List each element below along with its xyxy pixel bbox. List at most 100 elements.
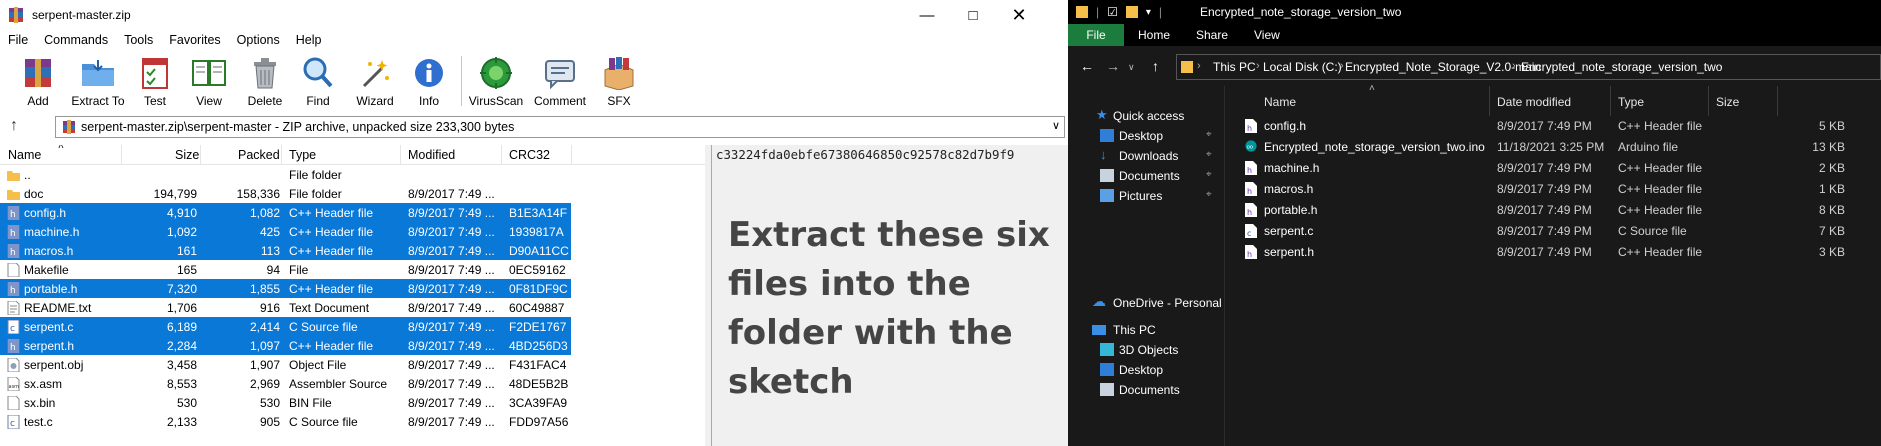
table-row[interactable]: Makefile 165 94 File 8/9/2017 7:49 ... 0EC591…: [0, 260, 705, 279]
minimize-button[interactable]: —: [904, 0, 950, 30]
nav-item-this-pc[interactable]: This PC: [1068, 320, 1224, 340]
close-button[interactable]: ✕: [996, 0, 1042, 30]
col-size[interactable]: Size: [175, 148, 199, 162]
file-modified: 8/9/2017 7:49 ...: [408, 358, 495, 372]
winrar-toolbar: Add Extract To Test View Delete Find Wiz…: [0, 52, 1068, 110]
breadcrumb-current-folder[interactable]: Encrypted_note_storage_version_two: [1521, 60, 1722, 74]
table-row[interactable]: h config.h 4,910 1,082 C++ Header file 8/9/20…: [0, 203, 705, 222]
path-text: serpent-master.zip\serpent-master - ZIP …: [81, 120, 515, 134]
comment-button[interactable]: Comment: [530, 52, 590, 110]
svg-text:oo: oo: [1247, 145, 1253, 151]
file-size: 7 KB: [1818, 224, 1845, 238]
menu-help[interactable]: Help: [288, 33, 330, 47]
breadcrumb-chevron-icon[interactable]: ›: [1340, 60, 1344, 72]
test-button[interactable]: Test: [134, 52, 176, 110]
properties-icon[interactable]: ☑: [1107, 5, 1118, 19]
table-row[interactable]: doc 194,799 158,336 File folder 8/9/2017 7:4…: [0, 184, 705, 203]
file-name: machine.h: [1264, 161, 1320, 175]
table-row[interactable]: h portable.h 7,320 1,855 C++ Header file 8/9/…: [0, 279, 705, 298]
svg-text:h: h: [10, 343, 16, 353]
breadcrumb-local-disk[interactable]: Local Disk (C:): [1263, 60, 1342, 74]
list-item[interactable]: h config.h 8/9/2017 7:49 PM C++ Header file…: [1225, 116, 1881, 137]
svg-text:c: c: [10, 324, 15, 334]
col-crc32[interactable]: CRC32: [509, 148, 550, 162]
list-item[interactable]: oo Encrypted_note_storage_version_two.ino…: [1225, 137, 1881, 158]
nav-item-desktop[interactable]: Desktop ⌖: [1068, 126, 1224, 146]
col-name[interactable]: Name: [1264, 95, 1296, 109]
table-row[interactable]: h machine.h 1,092 425 C++ Header file 8/9/201…: [0, 222, 705, 241]
recent-chevron-down-icon[interactable]: ∨: [1128, 62, 1135, 73]
nav-item-documents-pc[interactable]: Documents: [1068, 380, 1224, 400]
virusscan-button[interactable]: VirusScan: [466, 52, 526, 110]
col-modified[interactable]: Modified: [408, 148, 455, 162]
sfx-button[interactable]: SFX: [598, 52, 640, 110]
table-row[interactable]: asm sx.asm 8,553 2,969 Assembler Source 8/9/2…: [0, 374, 705, 393]
col-date-modified[interactable]: Date modified: [1497, 95, 1571, 109]
table-row[interactable]: c test.c 2,133 905 C Source file 8/9/2017 7:4…: [0, 412, 705, 431]
new-folder-icon[interactable]: [1125, 6, 1138, 18]
find-button[interactable]: Find: [296, 52, 340, 110]
col-type[interactable]: Type: [289, 148, 316, 162]
nav-item-pictures[interactable]: Pictures ⌖: [1068, 186, 1224, 206]
qat-chevron-down-icon[interactable]: ▾: [1146, 7, 1151, 18]
file-type: File folder: [289, 168, 342, 182]
nav-item-documents[interactable]: Documents ⌖: [1068, 166, 1224, 186]
col-packed[interactable]: Packed: [238, 148, 280, 162]
table-row[interactable]: README.txt 1,706 916 Text Document 8/9/2017 …: [0, 298, 705, 317]
info-button[interactable]: Info: [412, 52, 446, 110]
wizard-button[interactable]: Wizard: [350, 52, 400, 110]
list-item[interactable]: h portable.h 8/9/2017 7:49 PM C++ Header fi…: [1225, 200, 1881, 221]
tab-home[interactable]: Home: [1138, 24, 1170, 46]
forward-arrow-icon[interactable]: →: [1106, 58, 1120, 74]
c-file-icon: c: [7, 319, 20, 335]
breadcrumb-chevron-icon[interactable]: ›: [1256, 60, 1260, 72]
file-type: C++ Header file: [289, 244, 374, 258]
menu-commands[interactable]: Commands: [36, 33, 116, 47]
nav-item-onedrive[interactable]: ☁ OneDrive - Personal: [1068, 293, 1224, 313]
menu-options[interactable]: Options: [229, 33, 288, 47]
list-item[interactable]: h machine.h 8/9/2017 7:49 PM C++ Header fil…: [1225, 158, 1881, 179]
delete-button[interactable]: Delete: [242, 52, 288, 110]
list-item[interactable]: c serpent.c 8/9/2017 7:49 PM C Source file 7…: [1225, 221, 1881, 242]
file-file-icon: [7, 395, 20, 411]
list-item[interactable]: h macros.h 8/9/2017 7:49 PM C++ Header file…: [1225, 179, 1881, 200]
nav-item-downloads[interactable]: ↓ Downloads ⌖: [1068, 146, 1224, 166]
nav-item-quick-access[interactable]: ★ Quick access: [1068, 106, 1224, 126]
path-field[interactable]: serpent-master.zip\serpent-master - ZIP …: [55, 116, 1065, 138]
up-folder-icon[interactable]: ↑: [1152, 58, 1159, 74]
col-name[interactable]: Name: [8, 148, 41, 162]
svg-text:h: h: [10, 286, 16, 296]
menu-tools[interactable]: Tools: [116, 33, 161, 47]
add-button[interactable]: Add: [14, 52, 62, 110]
breadcrumb-chevron-icon[interactable]: ›: [1197, 60, 1201, 72]
tab-share[interactable]: Share: [1196, 24, 1228, 46]
tab-view[interactable]: View: [1254, 24, 1280, 46]
file-modified: 8/9/2017 7:49 ...: [408, 263, 495, 277]
menu-favorites[interactable]: Favorites: [161, 33, 228, 47]
up-arrow-icon[interactable]: ↑: [10, 117, 18, 135]
list-item[interactable]: h serpent.h 8/9/2017 7:49 PM C++ Header fil…: [1225, 242, 1881, 263]
nav-item-desktop-pc[interactable]: Desktop: [1068, 360, 1224, 380]
table-row[interactable]: h macros.h 161 113 C++ Header file 8/9/2017 7…: [0, 241, 705, 260]
table-row[interactable]: sx.bin 530 530 BIN File 8/9/2017 7:49 ... 3CA…: [0, 393, 705, 412]
col-type[interactable]: Type: [1618, 95, 1644, 109]
folder-file-list: ˄ Name Date modified Type Size h config.h…: [1225, 83, 1881, 446]
file-date-modified: 8/9/2017 7:49 PM: [1497, 203, 1592, 217]
table-row[interactable]: c serpent.c 6,189 2,414 C Source file 8/9/201…: [0, 317, 705, 336]
nav-item-3d-objects[interactable]: 3D Objects: [1068, 340, 1224, 360]
chevron-down-icon[interactable]: ∨: [1052, 119, 1060, 132]
table-row[interactable]: serpent.obj 3,458 1,907 Object File 8/9/2017…: [0, 355, 705, 374]
breadcrumb-chevron-icon[interactable]: ›: [1512, 60, 1516, 72]
maximize-button[interactable]: □: [950, 0, 996, 30]
menu-file[interactable]: File: [0, 33, 36, 47]
table-row[interactable]: .. File folder: [0, 165, 705, 184]
pc-icon: [1092, 325, 1106, 335]
back-arrow-icon[interactable]: ←: [1080, 58, 1094, 74]
view-button[interactable]: View: [186, 52, 232, 110]
table-row[interactable]: h serpent.h 2,284 1,097 C++ Header file 8/9/2…: [0, 336, 705, 355]
address-bar[interactable]: › This PC › Local Disk (C:) › Encrypted_…: [1176, 54, 1881, 80]
tab-file[interactable]: File: [1068, 24, 1124, 46]
extract-to-button[interactable]: Extract To: [66, 52, 130, 110]
breadcrumb-this-pc[interactable]: This PC: [1213, 60, 1256, 74]
col-size[interactable]: Size: [1716, 95, 1739, 109]
